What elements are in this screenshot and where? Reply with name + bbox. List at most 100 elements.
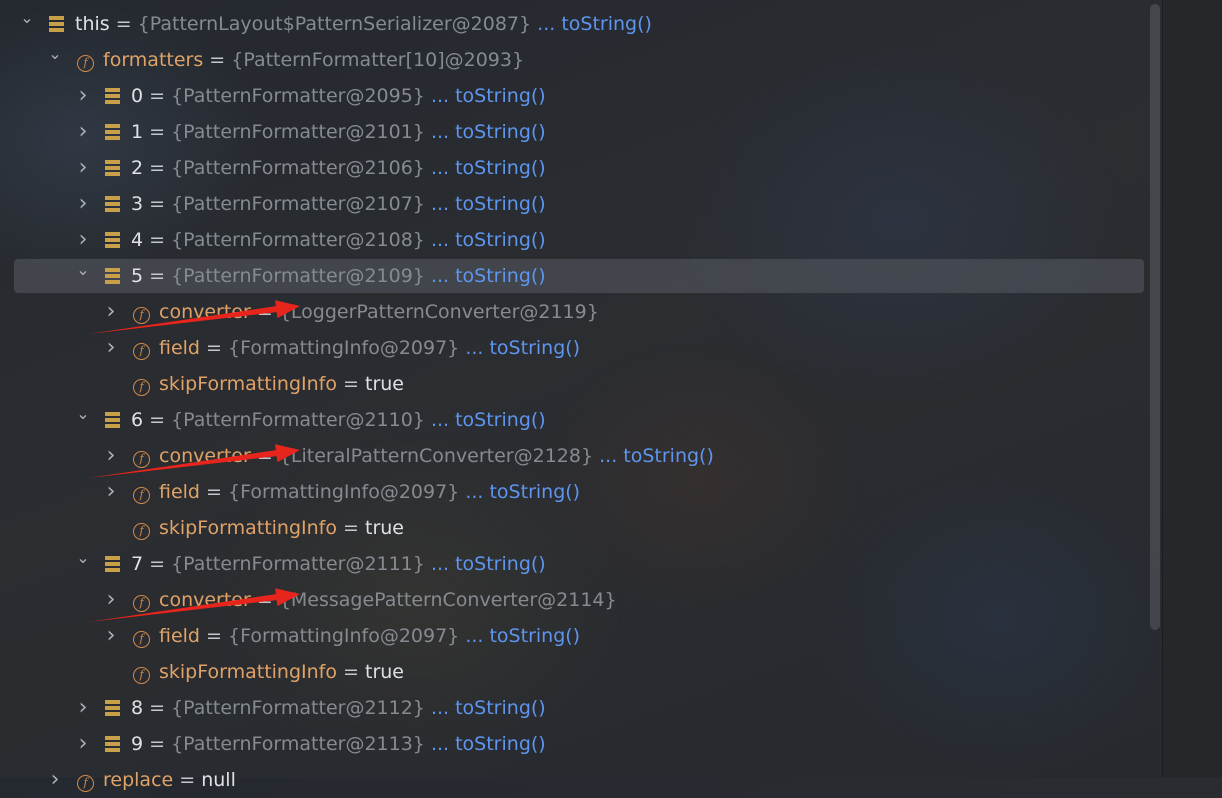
variable-value: {FormattingInfo@2097} [228, 625, 460, 647]
chevron-right-icon[interactable]: › [104, 438, 118, 474]
variable-value: {PatternFormatter@2095} [171, 85, 425, 107]
row-content: converter = {LoggerPatternConverter@2119… [159, 294, 599, 330]
row-content: 8 = {PatternFormatter@2112} ... toString… [131, 690, 546, 726]
variable-value: {PatternFormatter@2109} [171, 265, 425, 287]
tree-row[interactable]: › f converter = {LiteralPatternConverter@2… [0, 438, 1150, 474]
chevron-down-icon[interactable]: ⌄ [20, 6, 34, 30]
vertical-scrollbar[interactable] [1150, 4, 1160, 630]
tostring-link[interactable]: ... toString() [465, 337, 580, 359]
chevron-down-icon[interactable]: ⌄ [76, 546, 90, 570]
variable-value: {LiteralPatternConverter@2128} [278, 445, 594, 467]
tree-row[interactable]: › f field = {FormattingInfo@2097} ... toSt… [0, 330, 1150, 366]
tree-row[interactable]: f skipFormattingInfo = true [0, 654, 1150, 690]
field-icon: f [133, 438, 150, 474]
chevron-right-icon[interactable]: › [76, 150, 90, 186]
tostring-link[interactable]: ... toString() [431, 193, 546, 215]
tree-row[interactable]: › 9 = {PatternFormatter@2113} ... toStrin… [0, 726, 1150, 762]
tree-row[interactable]: f skipFormattingInfo = true [0, 366, 1150, 402]
variable-value: true [365, 373, 404, 395]
chevron-right-icon[interactable]: › [76, 78, 90, 114]
equals-sign: = [250, 301, 279, 323]
tree-row[interactable]: › f field = {FormattingInfo@2097} ... toSt… [0, 474, 1150, 510]
variable-name: converter [159, 589, 251, 611]
chevron-down-icon[interactable]: ⌄ [76, 402, 90, 426]
chevron-right-icon[interactable]: › [76, 690, 90, 726]
tostring-link[interactable]: ... toString() [431, 409, 546, 431]
field-icon: f [133, 618, 150, 654]
tree-row[interactable]: › 4 = {PatternFormatter@2108} ... toStrin… [0, 222, 1150, 258]
chevron-right-icon[interactable]: › [76, 186, 90, 222]
chevron-right-icon[interactable]: › [104, 582, 118, 618]
tostring-link[interactable]: ... toString() [537, 13, 652, 35]
tree-row[interactable]: ⌄ 6 = {PatternFormatter@2110} ... toStrin… [0, 402, 1150, 438]
tree-row[interactable]: › 8 = {PatternFormatter@2112} ... toStrin… [0, 690, 1150, 726]
tostring-link[interactable]: ... toString() [431, 157, 546, 179]
chevron-right-icon[interactable]: › [76, 222, 90, 258]
chevron-right-icon[interactable]: › [104, 618, 118, 654]
equals-sign: = [200, 337, 228, 359]
tostring-link[interactable]: ... toString() [431, 733, 546, 755]
array-element-icon [105, 78, 120, 116]
chevron-down-icon[interactable]: ⌄ [76, 258, 90, 282]
variable-value: {PatternFormatter@2113} [171, 733, 425, 755]
array-element-icon [105, 150, 120, 188]
row-content: 3 = {PatternFormatter@2107} ... toString… [131, 186, 546, 222]
equals-sign: = [143, 229, 172, 251]
tostring-link[interactable]: ... toString() [465, 481, 580, 503]
field-icon: f [133, 330, 150, 366]
chevron-right-icon[interactable]: › [76, 726, 90, 762]
variable-name: 0 [131, 85, 144, 107]
tostring-link[interactable]: ... toString() [431, 85, 546, 107]
equals-sign: = [203, 49, 232, 71]
chevron-right-icon[interactable]: › [104, 330, 118, 366]
variable-name: 7 [131, 553, 144, 575]
variable-name: this [75, 13, 110, 35]
chevron-down-icon[interactable]: ⌄ [48, 42, 62, 66]
debugger-variables-panel: ⌄ this = {PatternLayout$PatternSerializer… [0, 0, 1162, 792]
chevron-right-icon[interactable]: › [76, 114, 90, 150]
variable-name: converter [159, 445, 251, 467]
tostring-link[interactable]: ... toString() [465, 625, 580, 647]
tree-row[interactable]: › 2 = {PatternFormatter@2106} ... toStrin… [0, 150, 1150, 186]
tostring-link[interactable]: ... toString() [431, 121, 546, 143]
tree-row[interactable]: f skipFormattingInfo = true [0, 510, 1150, 546]
equals-sign: = [143, 121, 172, 143]
row-content: field = {FormattingInfo@2097} ... toStri… [159, 618, 580, 654]
tree-row[interactable]: ⌄ f formatters = {PatternFormatter[10]@209… [0, 42, 1150, 78]
chevron-right-icon[interactable]: › [48, 762, 62, 798]
row-content: 0 = {PatternFormatter@2095} ... toString… [131, 78, 546, 114]
tree-row[interactable]: › 3 = {PatternFormatter@2107} ... toStrin… [0, 186, 1150, 222]
tree-row[interactable]: › f converter = {LoggerPatternConverter@21… [0, 294, 1150, 330]
tree-row[interactable]: ⌄ 7 = {PatternFormatter@2111} ... toStrin… [0, 546, 1150, 582]
variable-value: {PatternFormatter@2106} [171, 157, 425, 179]
tostring-link[interactable]: ... toString() [431, 229, 546, 251]
tree-row[interactable]: › f converter = {MessagePatternConverter@2… [0, 582, 1150, 618]
tree-row[interactable]: › f replace = null [0, 762, 1150, 798]
variable-value: null [201, 769, 236, 791]
tree-row[interactable]: › f field = {FormattingInfo@2097} ... toSt… [0, 618, 1150, 654]
tostring-link[interactable]: ... toString() [599, 445, 714, 467]
chevron-right-icon[interactable]: › [104, 474, 118, 510]
tostring-link[interactable]: ... toString() [431, 553, 546, 575]
array-element-icon [105, 546, 120, 584]
equals-sign: = [337, 517, 365, 539]
field-icon: f [133, 474, 150, 510]
tree-row[interactable]: › 0 = {PatternFormatter@2095} ... toStrin… [0, 78, 1150, 114]
variable-name: skipFormattingInfo [159, 373, 337, 395]
tostring-link[interactable]: ... toString() [431, 265, 546, 287]
variable-name: converter [159, 301, 251, 323]
variable-name: 3 [131, 193, 144, 215]
variable-name: formatters [103, 49, 204, 71]
variable-value: {PatternFormatter@2110} [171, 409, 425, 431]
tree-row[interactable]: ⌄ 5 = {PatternFormatter@2109} ... toStrin… [0, 258, 1150, 294]
tree-row[interactable]: › 1 = {PatternFormatter@2101} ... toStrin… [0, 114, 1150, 150]
row-content: field = {FormattingInfo@2097} ... toStri… [159, 474, 580, 510]
equals-sign: = [337, 373, 365, 395]
array-element-icon [49, 6, 64, 44]
chevron-right-icon[interactable]: › [104, 294, 118, 330]
tree-row[interactable]: ⌄ this = {PatternLayout$PatternSerializer… [0, 6, 1150, 42]
tostring-link[interactable]: ... toString() [431, 697, 546, 719]
array-element-icon [105, 114, 120, 152]
variable-value: true [365, 517, 404, 539]
equals-sign: = [143, 157, 172, 179]
